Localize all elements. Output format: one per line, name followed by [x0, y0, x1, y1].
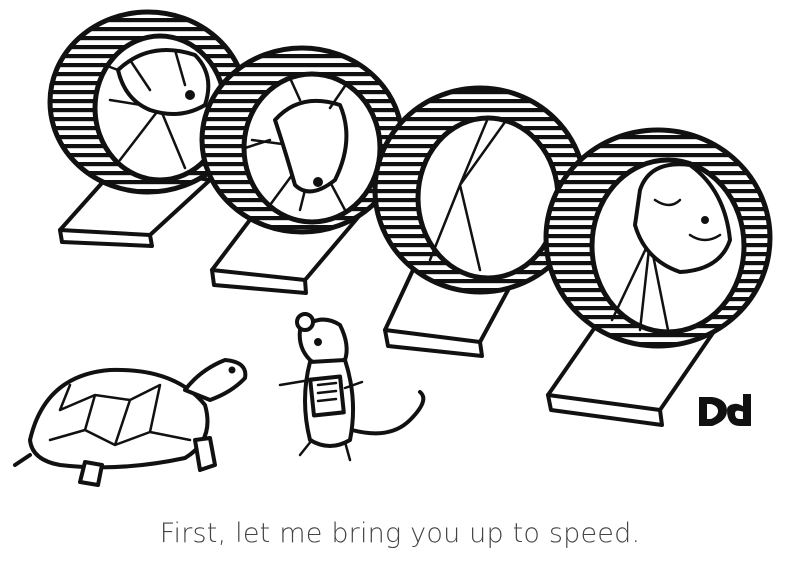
hamster-wheel-2 — [199, 45, 405, 295]
artist-signature — [699, 394, 751, 426]
tortoise — [13, 358, 248, 487]
cartoon-illustration — [13, 9, 773, 487]
mouse-with-clipboard — [278, 312, 426, 462]
cartoon-caption: First, let me bring you up to speed. — [159, 518, 641, 549]
hamster-wheel-4 — [543, 127, 773, 427]
